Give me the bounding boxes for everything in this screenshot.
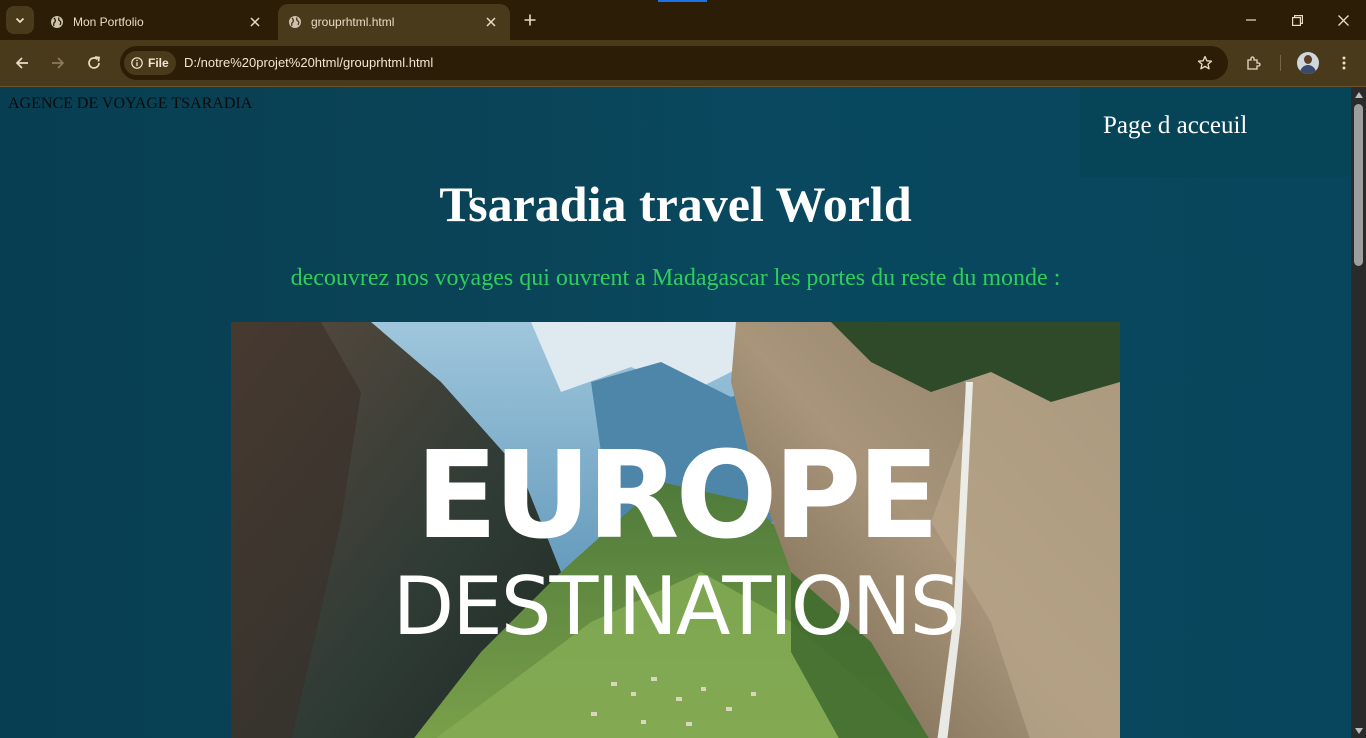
reload-icon bbox=[88, 56, 100, 69]
banner-subtitle: DESTINATIONS bbox=[392, 560, 961, 653]
info-icon bbox=[131, 57, 143, 69]
puzzle-icon bbox=[1247, 56, 1261, 70]
globe-icon bbox=[289, 16, 301, 28]
browser-menu-button[interactable] bbox=[1330, 49, 1358, 77]
tagline: decouvrez nos voyages qui ouvrent a Mada… bbox=[290, 265, 1061, 291]
home-link[interactable]: Page d acceuil bbox=[1103, 112, 1247, 140]
extensions-button[interactable] bbox=[1240, 49, 1268, 77]
avatar bbox=[1297, 52, 1319, 74]
bookmark-button[interactable] bbox=[1194, 52, 1216, 74]
tab-strip: Mon Portfolio grouprhtml.html bbox=[0, 0, 1366, 40]
restore-icon bbox=[1291, 14, 1303, 26]
tab-search-button[interactable] bbox=[6, 6, 34, 34]
chevron-down-icon bbox=[15, 17, 25, 24]
banner-title: EUROPE bbox=[415, 427, 940, 566]
more-vertical-icon bbox=[1342, 56, 1346, 70]
back-button[interactable] bbox=[8, 49, 36, 77]
tab-mon-portfolio[interactable]: Mon Portfolio bbox=[40, 4, 274, 40]
vertical-scrollbar[interactable] bbox=[1351, 87, 1366, 738]
agency-name: AGENCE DE VOYAGE TSARADIA bbox=[8, 95, 253, 112]
europe-banner-image: EUROPE DESTINATIONS bbox=[231, 322, 1120, 738]
site-info-chip[interactable]: File bbox=[124, 51, 176, 75]
minimize-icon bbox=[1246, 19, 1256, 21]
browser-toolbar: File D:/notre%20projet%20html/grouprhtml… bbox=[0, 40, 1366, 87]
nav-panel: Page d acceuil bbox=[1080, 87, 1351, 177]
tab-title: Mon Portfolio bbox=[73, 15, 144, 29]
profile-button[interactable] bbox=[1294, 49, 1322, 77]
scroll-up-arrow-icon[interactable] bbox=[1354, 90, 1363, 99]
tab-grouprhtml[interactable]: grouprhtml.html bbox=[278, 4, 510, 40]
close-tab-icon[interactable] bbox=[480, 11, 502, 33]
page-viewport: AGENCE DE VOYAGE TSARADIA Page d acceuil… bbox=[0, 87, 1351, 738]
close-tab-icon[interactable] bbox=[244, 11, 266, 33]
forward-button[interactable] bbox=[44, 49, 72, 77]
url-text[interactable]: D:/notre%20projet%20html/grouprhtml.html bbox=[184, 55, 433, 70]
star-icon bbox=[1197, 55, 1213, 70]
site-info-label: File bbox=[148, 56, 169, 70]
plus-icon bbox=[524, 14, 536, 26]
arrow-left-icon bbox=[15, 57, 28, 69]
toolbar-divider bbox=[1280, 55, 1281, 71]
page-title: Tsaradia travel World bbox=[439, 176, 912, 232]
new-tab-button[interactable] bbox=[518, 8, 542, 32]
tab-title: grouprhtml.html bbox=[311, 15, 395, 29]
tab-drag-indicator bbox=[658, 0, 707, 2]
scrollbar-thumb[interactable] bbox=[1354, 104, 1363, 266]
address-bar[interactable]: File D:/notre%20projet%20html/grouprhtml… bbox=[120, 46, 1228, 80]
reload-button[interactable] bbox=[80, 49, 108, 77]
close-icon bbox=[1337, 14, 1349, 26]
close-window-button[interactable] bbox=[1320, 0, 1366, 40]
minimize-button[interactable] bbox=[1228, 0, 1274, 40]
restore-button[interactable] bbox=[1274, 0, 1320, 40]
globe-icon bbox=[51, 16, 63, 28]
scroll-down-arrow-icon[interactable] bbox=[1354, 726, 1363, 735]
arrow-right-icon bbox=[52, 57, 65, 69]
